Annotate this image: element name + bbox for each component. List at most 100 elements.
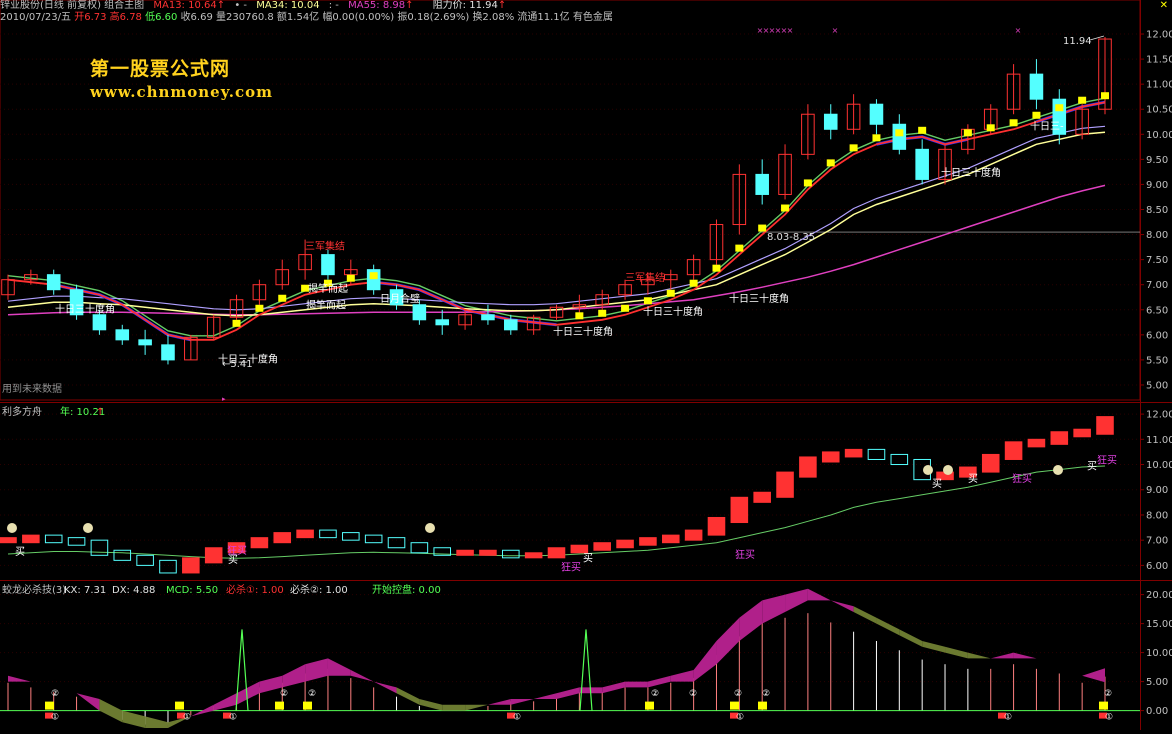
panel2-axis-tick-label: 12.00 — [1146, 410, 1172, 421]
uptrend-marker — [986, 124, 995, 132]
panel3-band — [442, 704, 466, 711]
panel3-band — [830, 600, 854, 612]
panel3-band — [693, 641, 717, 682]
main-axis-tick-label: 7.50 — [1146, 255, 1168, 266]
panel2-box — [342, 532, 360, 541]
kx-label: KX: 7.31 — [64, 585, 106, 596]
uptrend-marker — [735, 244, 744, 252]
amt-label: 额1.54亿 — [276, 12, 320, 23]
bisha1-label: 必杀①: 1.00 — [226, 583, 284, 596]
control-marker — [1099, 701, 1108, 710]
main-axis-tick-label: 5.50 — [1146, 355, 1168, 366]
panel3-axis-tick-label: 20.00 — [1146, 590, 1172, 601]
uptrend-marker — [598, 309, 607, 317]
panel2-axis-tick-label: 6.00 — [1146, 561, 1168, 572]
panel2-box — [844, 448, 863, 458]
panel3-band — [1013, 652, 1037, 659]
panel2-box — [547, 547, 566, 559]
panel2-box — [90, 539, 109, 556]
panel2-box — [753, 491, 771, 503]
panel3-band — [282, 664, 306, 688]
chg-label: 幅0.00(0.00%) — [322, 12, 395, 23]
control-marker — [45, 701, 54, 710]
panel2-box — [1004, 441, 1023, 460]
panel3-band — [76, 693, 100, 711]
buy-signal-label: 狂买 — [1012, 473, 1032, 485]
panel2-box — [204, 547, 223, 564]
resistance-label: 阻力价: 11.94↑ — [432, 0, 507, 11]
panel2-box — [250, 537, 269, 549]
panel2-box — [113, 549, 132, 561]
panel3-band — [945, 646, 968, 659]
panel2-axis-tick-label: 8.00 — [1146, 510, 1168, 521]
pattern-annotation: 揭竿而起 — [306, 298, 346, 311]
main-axis-tick-label: 11.50 — [1146, 55, 1172, 66]
bisha2-glyph: ② — [280, 689, 288, 699]
bisha2-glyph: ② — [762, 689, 770, 699]
candle-body — [823, 113, 838, 130]
chart-workspace[interactable]: 12.00 11.50 11.00 10.50 10.00 9.50 9.00 8.50 8.0… — [0, 0, 1172, 730]
amp-label: 振0.18(2.69%) — [397, 12, 470, 23]
panel2-axis-tick-label: 10.00 — [1146, 460, 1172, 471]
panel3-band — [990, 652, 1014, 659]
high-label: 高6.78 — [109, 12, 142, 23]
main-axis-tick-label: 10.00 — [1146, 130, 1172, 141]
panel3-band — [602, 681, 626, 694]
period-marker: ▸ — [222, 395, 226, 403]
panel3-band — [373, 681, 397, 694]
panel2-box — [410, 542, 429, 554]
panel2-box — [319, 529, 337, 539]
panel2-box — [67, 537, 86, 546]
panel2-box — [981, 453, 1000, 473]
bisha1-glyph: ① — [1105, 713, 1113, 723]
panel3-band — [419, 699, 443, 711]
uptrend-marker — [803, 179, 812, 187]
bisha2-glyph: ② — [734, 689, 742, 699]
buy-signal-label: 狂买 — [227, 545, 247, 557]
buy-signal-label: 狂买 — [1097, 454, 1117, 466]
panel2-box — [593, 542, 611, 551]
range-label: 8.03-8.35 — [767, 232, 815, 243]
low-label: 低6.60 — [145, 12, 178, 23]
panel2-box — [684, 529, 703, 541]
main-axis-tick-label: 10.50 — [1146, 105, 1172, 116]
panel3-band — [465, 704, 488, 711]
panel3-band — [670, 670, 694, 682]
uptrend-marker — [1078, 96, 1087, 104]
control-marker — [175, 701, 184, 710]
panel2-box — [661, 534, 680, 544]
panel3-band — [213, 693, 237, 711]
panel3-band — [259, 675, 283, 694]
bisha1-glyph: ① — [736, 713, 744, 723]
chart-canvas[interactable]: 12.00 11.50 11.00 10.50 10.00 9.50 9.00 8.50 8.0… — [0, 0, 1172, 730]
panel2-axis-tick-label: 7.00 — [1146, 536, 1168, 547]
uptrend-marker — [1055, 104, 1064, 112]
panel2-box — [1050, 431, 1069, 445]
uptrend-marker — [849, 144, 858, 152]
uptrend-marker — [643, 297, 652, 305]
bisha1-glyph: ① — [51, 713, 59, 723]
main-axis-tick-label: 6.50 — [1146, 305, 1168, 316]
panel3-band — [1036, 658, 1060, 665]
panel2-box — [890, 453, 909, 466]
panel2-box — [776, 471, 794, 498]
bisha2-glyph: ② — [651, 689, 659, 699]
close-icon[interactable]: ✕ — [1160, 0, 1168, 11]
panel3-band — [30, 681, 54, 688]
panel3-title: 蛟龙必杀技(3) — [2, 583, 66, 596]
money-bag-icon — [1053, 465, 1063, 475]
bisha1-glyph: ① — [183, 713, 191, 723]
pattern-annotation: 十日三十度角 — [643, 305, 703, 318]
pattern-annotation: 十日三十度角 — [729, 292, 789, 305]
panel2-box — [364, 534, 383, 544]
pattern-annotation: 十日三十度角 — [55, 302, 115, 315]
bisha2-glyph: ② — [1104, 689, 1112, 699]
bisha1-glyph: ① — [513, 713, 521, 723]
panel3-band — [487, 699, 511, 705]
control-marker — [645, 701, 654, 710]
candle-body — [161, 344, 175, 361]
panel2-box — [296, 529, 314, 539]
main-axis-tick-label: 9.50 — [1146, 155, 1168, 166]
panel2-box — [273, 532, 292, 544]
bisha2-glyph: ② — [308, 689, 316, 699]
